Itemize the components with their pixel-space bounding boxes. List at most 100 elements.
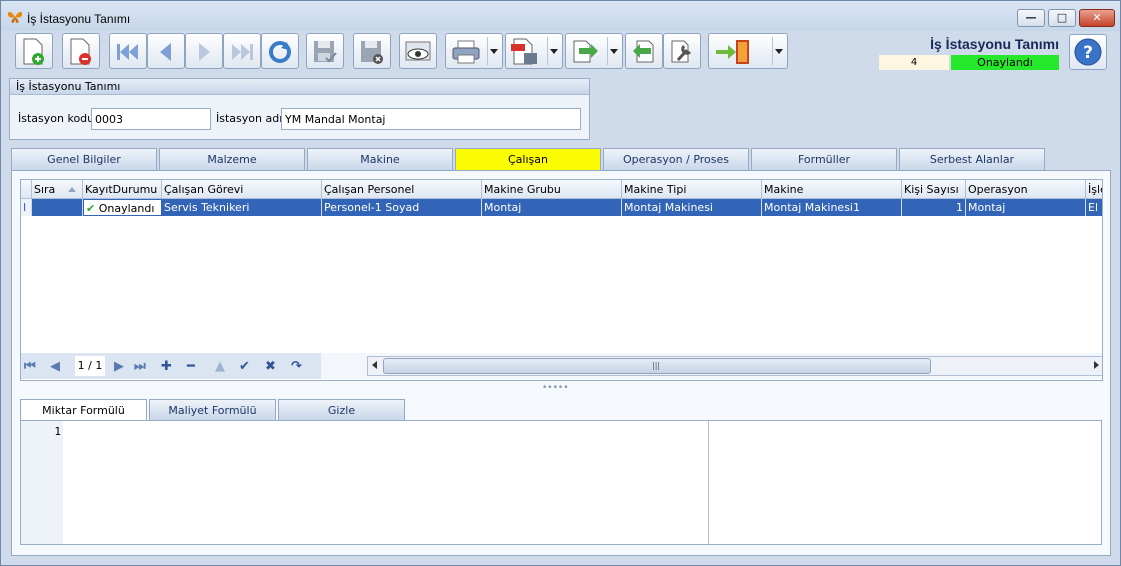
save-cancel-button[interactable] [353,33,391,69]
scrollbar-thumb[interactable]: ||| [383,358,931,374]
minimize-button[interactable]: — [1017,9,1045,27]
cell-sira[interactable] [32,199,83,216]
column-header-operasyon[interactable]: Operasyon [966,180,1086,199]
import-button[interactable] [625,33,663,69]
printer-icon [452,40,480,64]
nav-post-icon[interactable]: ✔ [239,359,250,374]
dropdown-separator [547,37,548,65]
preview-button[interactable] [399,33,437,69]
grid-navigator: ⏮ ◀ 1 / 1 ▶ ⏭ ✚ ━ ▲ ✔ ✖ ↷ ||| [21,353,1102,379]
cell-calisan-gorevi[interactable]: Servis Teknikeri [162,199,322,216]
dropdown-separator [487,37,488,65]
next-icon [199,43,210,61]
station-info-group: İş İstasyonu Tanımı İstasyon kodu İstasy… [9,78,590,140]
scroll-left-icon[interactable] [372,361,377,369]
cell-isle[interactable]: El i [1086,199,1102,216]
close-icon: ✕ [1092,11,1102,24]
formula-editor[interactable]: 1 [20,420,1102,545]
column-header-makine[interactable]: Makine [762,180,902,199]
new-record-button[interactable] [15,33,53,69]
help-button[interactable]: ? [1069,34,1107,70]
table-row[interactable]: I ✔ Onaylandı Servis Teknikeri Personel-… [21,199,1102,216]
column-header-makine-grubu[interactable]: Makine Grubu [482,180,622,199]
row-edit-indicator-icon: I [21,199,32,216]
tab-serbest-alanlar[interactable]: Serbest Alanlar [899,148,1045,170]
nav-position: 1 / 1 [75,356,105,376]
tab-genel-bilgiler[interactable]: Genel Bilgiler [11,148,157,170]
exit-button[interactable] [708,33,788,69]
cell-calisan-personel[interactable]: Personel-1 Soyad [322,199,482,216]
dropdown-separator [607,37,608,65]
nav-edit-icon[interactable]: ▲ [215,359,225,374]
next-record-button[interactable] [185,33,223,69]
first-icon [117,44,138,60]
tab-miktar-formulu[interactable]: Miktar Formülü [20,399,147,421]
nav-add-icon[interactable]: ✚ [161,359,172,374]
column-header-sira[interactable]: Sıra [32,180,83,199]
column-header-makine-tipi[interactable]: Makine Tipi [622,180,762,199]
employee-grid: Sıra KayıtDurumu Çalışan Görevi Çalışan … [20,179,1103,381]
tab-makine[interactable]: Makine [307,148,453,170]
chevron-down-icon[interactable] [610,49,618,54]
splitter-grip-icon[interactable]: ••••• [542,383,569,393]
last-record-button[interactable] [223,33,261,69]
refresh-button[interactable] [261,33,299,69]
station-name-input[interactable] [281,108,581,130]
group-title: İş İstasyonu Tanımı [10,79,589,95]
horizontal-scrollbar[interactable]: ||| [367,356,1102,376]
column-header-calisan-personel[interactable]: Çalışan Personel [322,180,482,199]
tab-operasyon-proses[interactable]: Operasyon / Proses [603,148,749,170]
station-name-label: İstasyon adı [216,112,283,125]
maximize-icon: □ [1056,11,1068,24]
window-title: İş İstasyonu Tanımı [27,12,131,26]
tools-button[interactable] [663,33,701,69]
maximize-button[interactable]: □ [1048,9,1076,27]
navigator-buttons: ⏮ ◀ 1 / 1 ▶ ⏭ ✚ ━ ▲ ✔ ✖ ↷ [21,353,321,379]
previous-record-button[interactable] [147,33,185,69]
minimize-icon: — [1025,11,1037,24]
record-status-badge: Onaylandı [951,55,1059,70]
nav-last-icon[interactable]: ⏭ [134,359,146,374]
record-count: 4 [879,55,949,70]
nav-prev-icon[interactable]: ◀ [50,359,60,374]
cell-makine-grubu[interactable]: Montaj [482,199,622,216]
first-record-button[interactable] [109,33,147,69]
grid-header-row: Sıra KayıtDurumu Çalışan Görevi Çalışan … [21,180,1102,199]
previous-icon [160,43,171,61]
tab-maliyet-formulu[interactable]: Maliyet Formülü [149,399,276,420]
cell-makine[interactable]: Montaj Makinesi1 [762,199,902,216]
print-button[interactable] [445,33,503,69]
tab-gizle[interactable]: Gizle [278,399,405,420]
cell-kayit-durumu[interactable]: ✔ Onaylandı [83,199,162,216]
cell-operasyon[interactable]: Montaj [966,199,1086,216]
tab-calisan[interactable]: Çalışan [455,148,601,171]
cell-makine-tipi[interactable]: Montaj Makinesi [622,199,762,216]
nav-next-icon[interactable]: ▶ [114,359,124,374]
scroll-right-icon[interactable] [1094,361,1099,369]
nav-delete-icon[interactable]: ━ [187,359,195,374]
column-header-kayit-durumu[interactable]: KayıtDurumu [83,180,162,199]
pdf-export-button[interactable] [505,33,563,69]
column-header-kisi-sayisi[interactable]: Kişi Sayısı [902,180,966,199]
save-button[interactable] [306,33,344,69]
column-header-calisan-gorevi[interactable]: Çalışan Görevi [162,180,322,199]
editor-divider [708,421,709,544]
export-button[interactable] [565,33,623,69]
page-delete-icon [70,38,91,65]
line-number: 1 [54,425,61,438]
delete-record-button[interactable] [62,33,100,69]
close-button[interactable]: ✕ [1079,9,1115,27]
chevron-down-icon[interactable] [775,49,783,54]
cell-kisi-sayisi[interactable]: 1 [902,199,966,216]
chevron-down-icon[interactable] [490,49,498,54]
chevron-down-icon[interactable] [550,49,558,54]
tab-malzeme[interactable]: Malzeme [159,148,305,170]
tab-formuller[interactable]: Formüller [751,148,897,170]
nav-refresh-icon[interactable]: ↷ [291,359,302,374]
station-code-input[interactable] [91,108,211,130]
nav-first-icon[interactable]: ⏮ [24,359,36,374]
wrench-icon [671,40,692,63]
svg-text:?: ? [1083,43,1093,63]
nav-cancel-icon[interactable]: ✖ [265,359,276,374]
column-header-isle[interactable]: İşle [1086,180,1102,199]
